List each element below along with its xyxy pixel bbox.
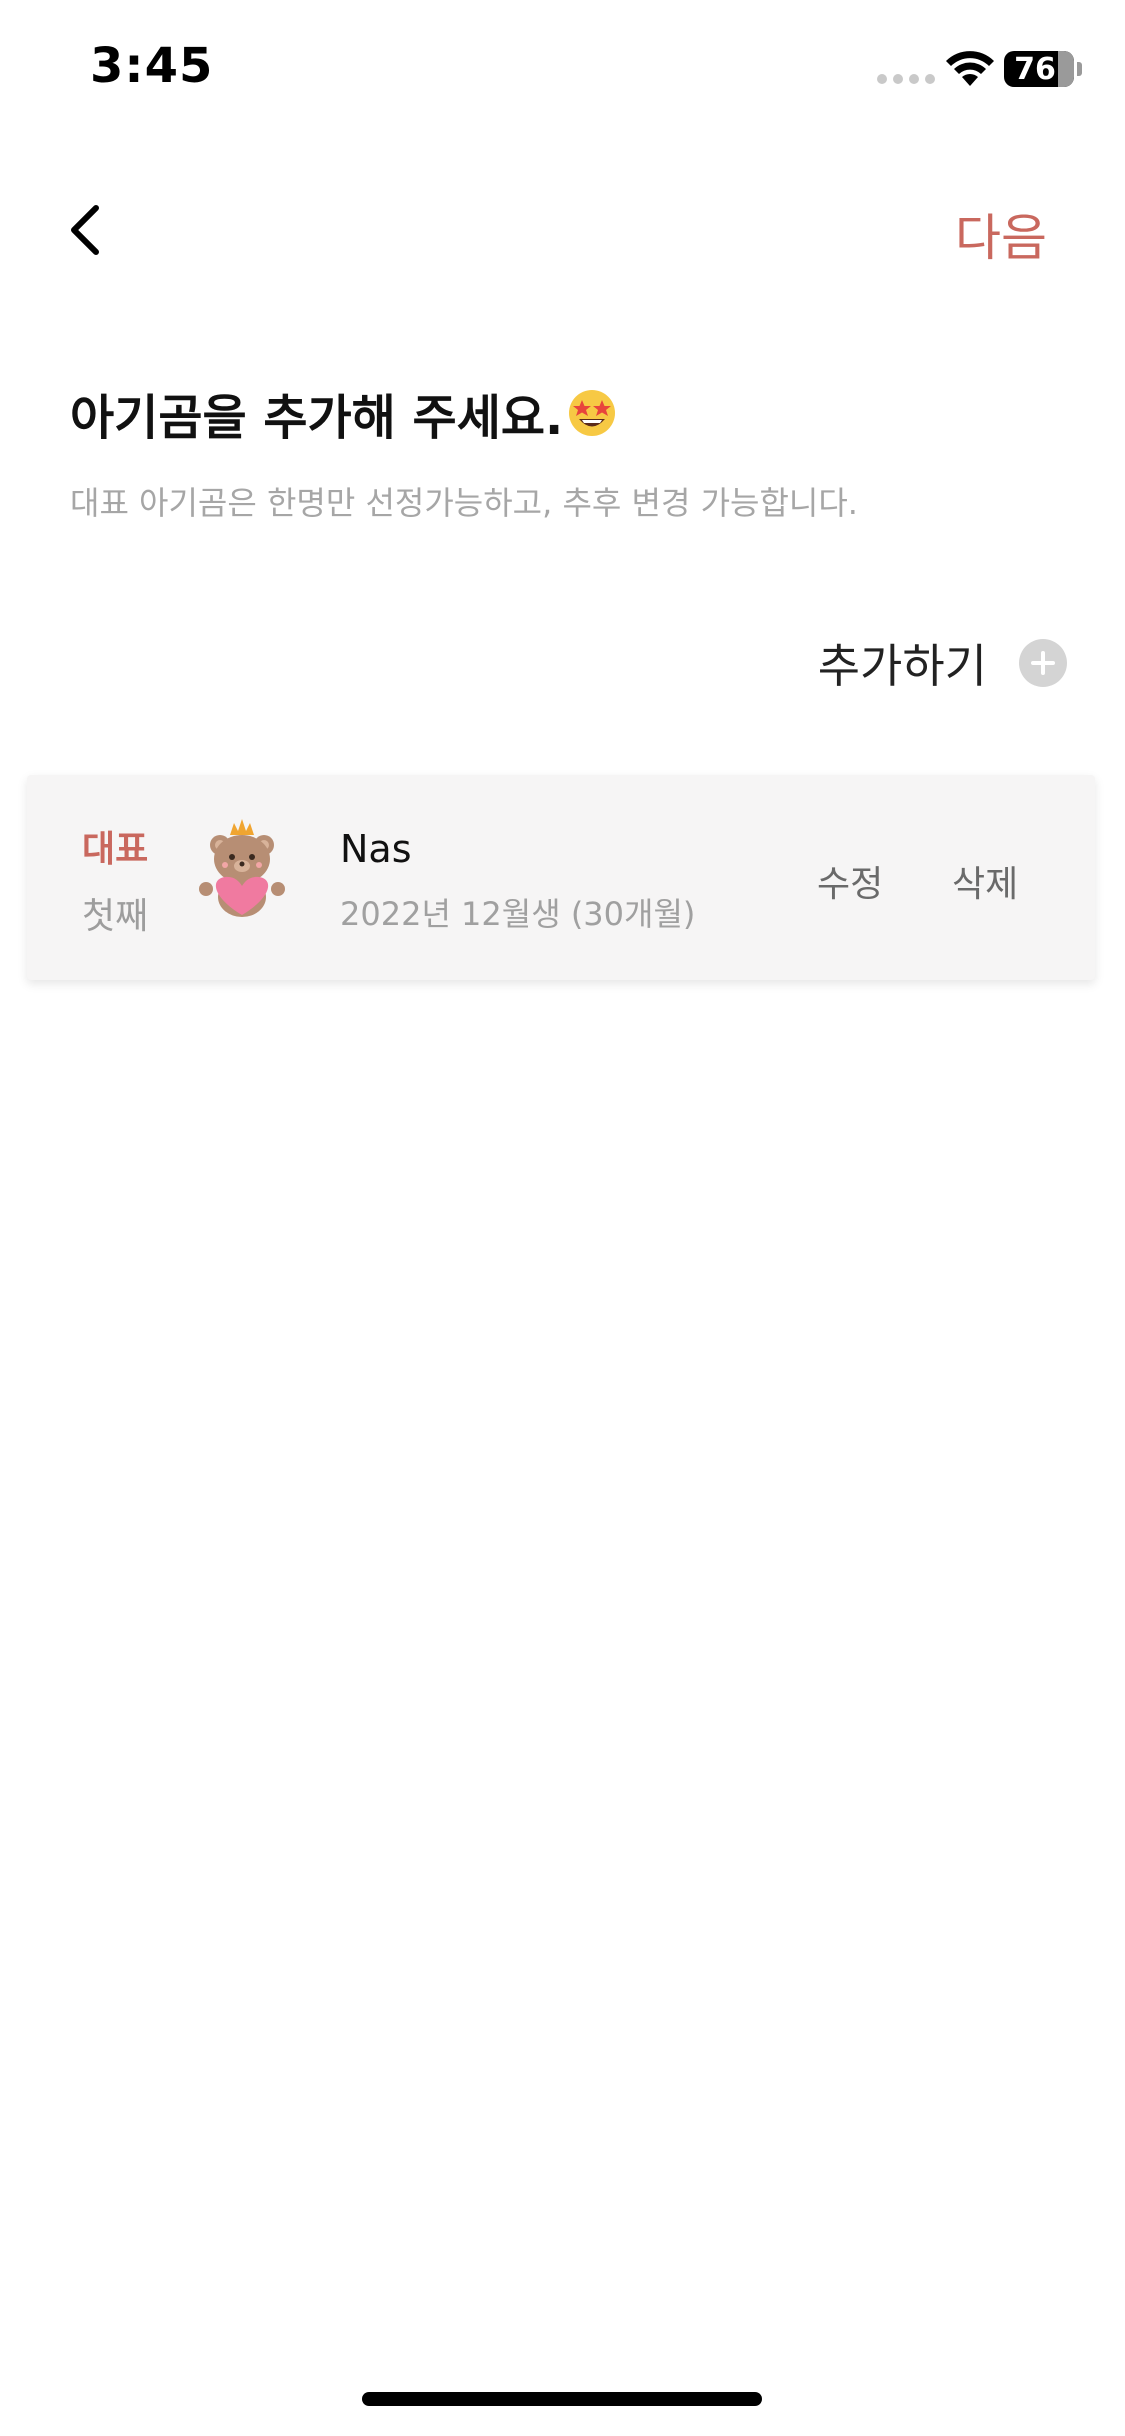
- add-baby-button[interactable]: 추가하기: [818, 630, 1067, 696]
- bear-with-heart-icon: [199, 819, 285, 917]
- cellular-signal-icon: [877, 74, 935, 84]
- baby-name: Nas: [340, 827, 412, 871]
- wifi-icon: [946, 51, 994, 86]
- battery-icon: 76: [1004, 51, 1074, 87]
- plus-circle-icon: [1019, 639, 1067, 687]
- baby-card: 대표 첫째 Nas 2022년 12월생 (30개월) 수정 삭제: [27, 775, 1095, 980]
- baby-birth-info: 2022년 12월생 (30개월): [340, 895, 696, 933]
- delete-button[interactable]: 삭제: [952, 855, 1018, 907]
- edit-button[interactable]: 수정: [817, 855, 883, 907]
- status-bar: 3:45 76: [0, 0, 1125, 140]
- representative-badge: 대표: [82, 829, 149, 870]
- battery-cap: [1077, 62, 1082, 76]
- page-title: 아기곰을 추가해 주세요.: [70, 390, 564, 446]
- page-subtitle: 대표 아기곰은 한명만 선정가능하고, 추후 변경 가능합니다.: [70, 484, 858, 522]
- battery-level: 76: [1014, 51, 1056, 87]
- back-button[interactable]: [55, 195, 115, 265]
- star-struck-emoji-icon: [569, 390, 616, 436]
- page-title-row: 아기곰을 추가해 주세요.: [70, 378, 617, 448]
- add-baby-label: 추가하기: [817, 639, 987, 693]
- next-button[interactable]: 다음: [955, 198, 1047, 270]
- home-indicator[interactable]: [362, 2392, 762, 2406]
- birth-order-label: 첫째: [82, 896, 149, 937]
- status-time: 3:45: [90, 38, 214, 94]
- chevron-left-icon: [71, 205, 99, 255]
